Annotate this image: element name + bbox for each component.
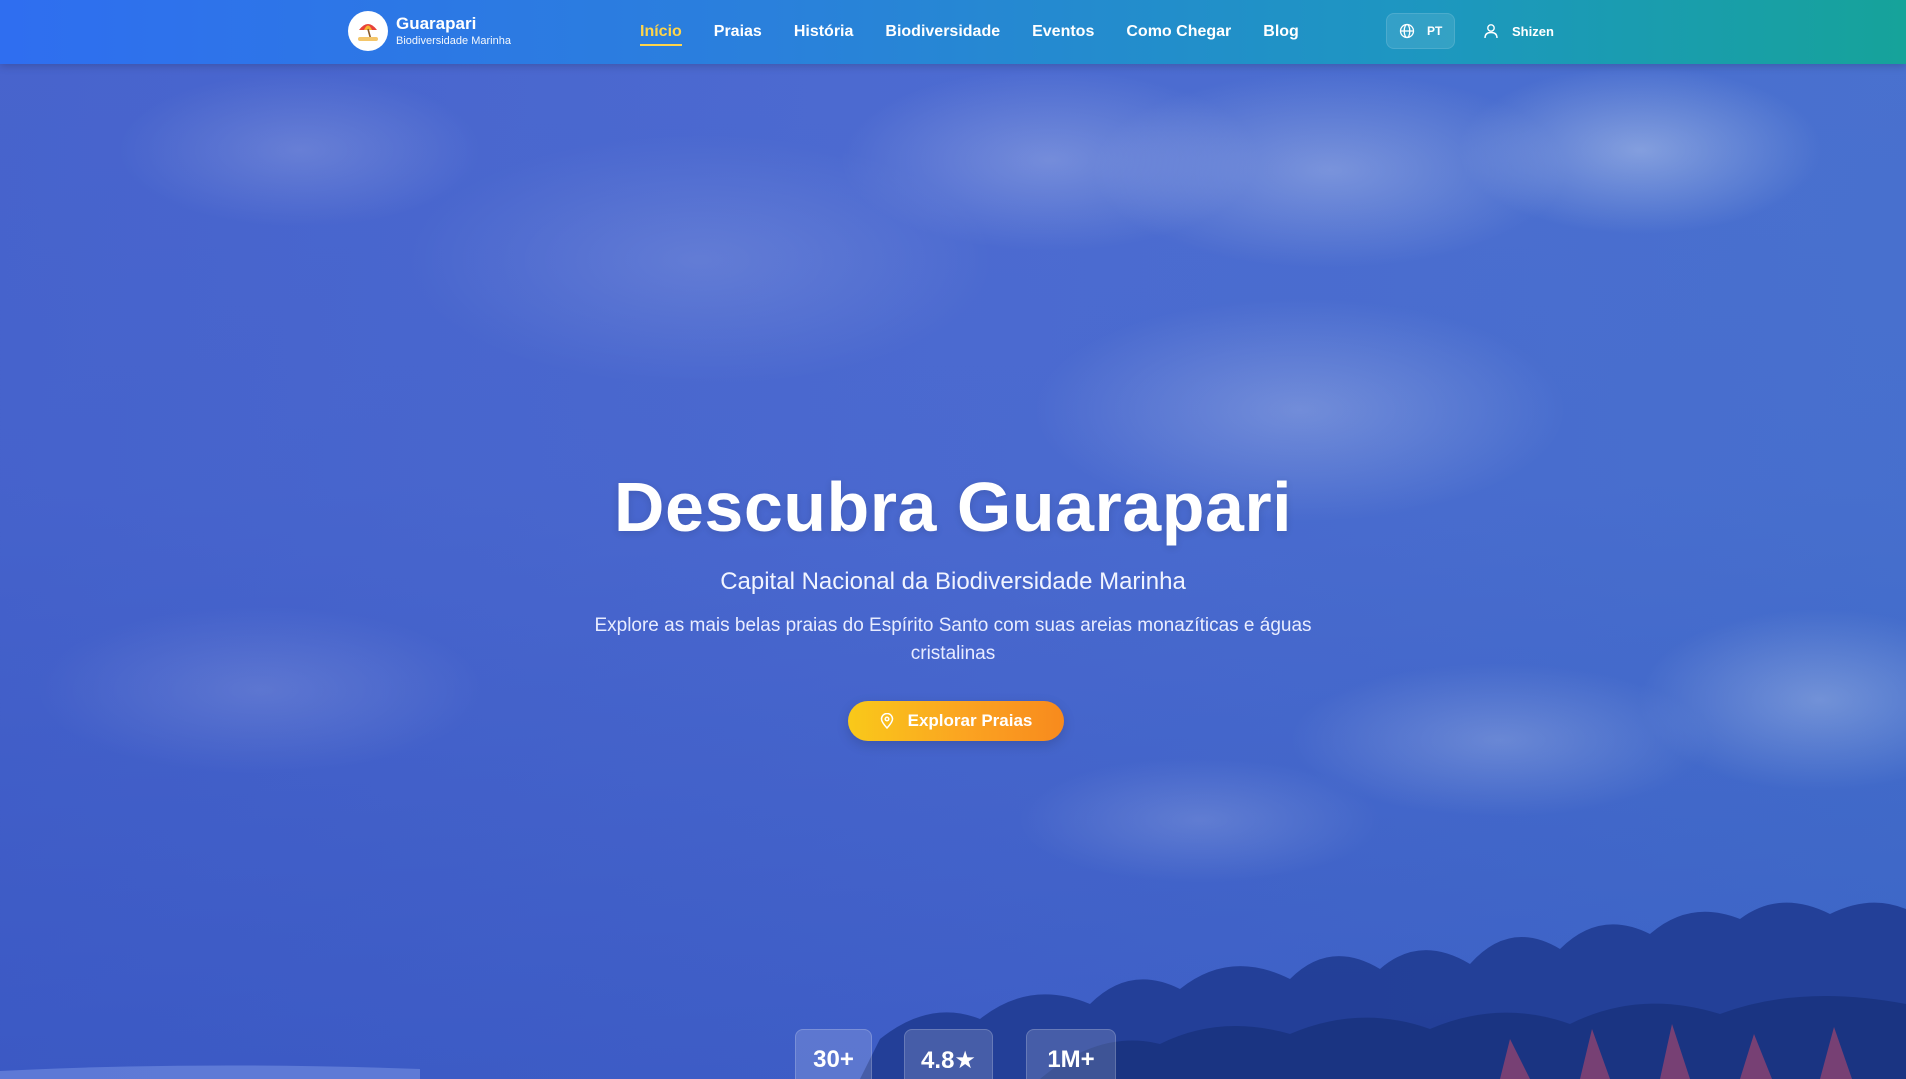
stat-card-rating: 4.8★ (904, 1029, 993, 1079)
nav-link-biodiversidade[interactable]: Biodiversidade (885, 23, 1000, 41)
language-label: PT (1427, 24, 1443, 38)
map-pin-icon (880, 713, 893, 729)
beach-umbrella-icon (348, 11, 388, 51)
nav-link-inicio[interactable]: Início (640, 23, 682, 46)
hero-subtitle: Capital Nacional da Biodiversidade Marin… (720, 568, 1186, 595)
brand-subtitle: Biodiversidade Marinha (396, 34, 511, 47)
user-menu-button[interactable]: Shizen (1484, 13, 1554, 49)
language-selector-button[interactable]: PT (1386, 13, 1456, 49)
brand-home-link[interactable]: Guarapari Biodiversidade Marinha (348, 11, 511, 51)
main-nav: Início Praias História Biodiversidade Ev… (640, 0, 1331, 64)
stats-row: 30+ 4.8★ 1M+ (0, 1029, 1906, 1079)
brand-text: Guarapari Biodiversidade Marinha (396, 14, 511, 49)
nav-link-praias[interactable]: Praias (714, 23, 762, 41)
stat-card-visitors: 1M+ (1026, 1029, 1116, 1079)
page: Guarapari Biodiversidade Marinha Início … (0, 0, 1906, 1079)
user-icon (1484, 24, 1498, 39)
hero-section: Descubra Guarapari Capital Nacional da B… (0, 64, 1906, 1079)
user-name: Shizen (1512, 23, 1554, 39)
explore-beaches-label: Explorar Praias (907, 711, 1033, 730)
nav-link-historia[interactable]: História (794, 23, 854, 41)
stat-card-beaches: 30+ (795, 1029, 872, 1079)
brand-title: Guarapari (396, 13, 477, 33)
hero-title: Descubra Guarapari (613, 468, 1293, 546)
nav-link-eventos[interactable]: Eventos (1032, 23, 1094, 41)
top-navbar: Guarapari Biodiversidade Marinha Início … (0, 0, 1906, 64)
explore-beaches-button[interactable]: Explorar Praias (848, 701, 1064, 741)
hero-description: Explore as mais belas praias do Espírito… (594, 615, 1312, 664)
nav-link-como-chegar[interactable]: Como Chegar (1126, 23, 1231, 41)
globe-icon (1399, 23, 1415, 39)
nav-link-blog[interactable]: Blog (1263, 23, 1299, 41)
